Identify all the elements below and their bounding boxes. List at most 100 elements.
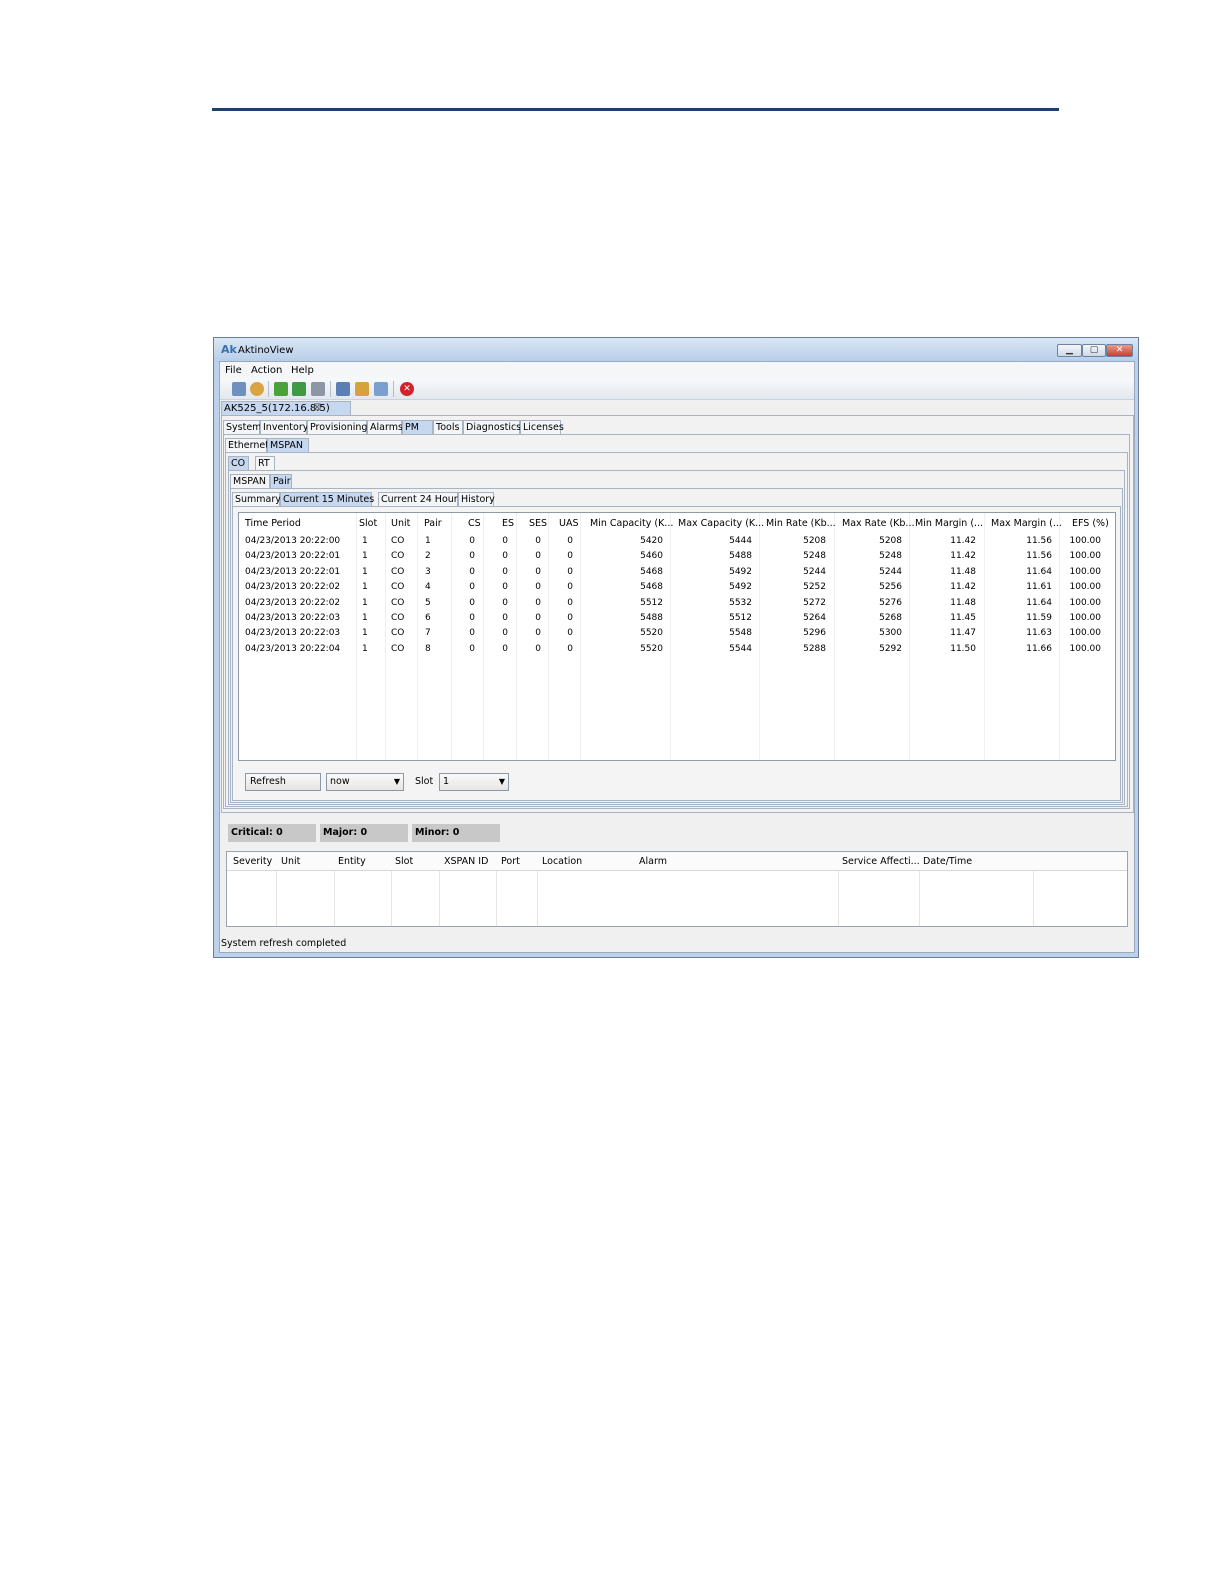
tab-provisioning[interactable]: Provisioning: [307, 420, 367, 434]
table-cell: CO: [391, 566, 405, 577]
stop-icon[interactable]: ✕: [400, 382, 414, 396]
tab-pm[interactable]: PM: [402, 420, 433, 434]
table-cell: 0: [502, 582, 508, 593]
tab-tools[interactable]: Tools: [433, 420, 463, 434]
table-cell: 4: [425, 582, 431, 593]
device-tab[interactable]: AK525_5(172.16.8.5): [221, 401, 351, 416]
tab-mspan[interactable]: MSPAN: [267, 438, 309, 452]
table-row[interactable]: 04/23/2013 20:22:03 1 CO 6 0 0 0 0 5488 5512 5264 5…: [239, 613, 1115, 627]
column-header-ses[interactable]: SES: [529, 518, 547, 529]
table-cell: 1: [362, 582, 368, 593]
critical-count-badge: Critical: 0: [228, 824, 316, 842]
table-row[interactable]: 04/23/2013 20:22:02 1 CO 4 0 0 0 0 5468 5492 5252 5…: [239, 582, 1115, 596]
tab-ethernet[interactable]: Ethernet: [225, 438, 269, 452]
table-cell: CO: [391, 551, 405, 562]
tab-rt[interactable]: RT: [255, 456, 275, 470]
table-cell: CO: [391, 643, 405, 654]
table-cell: 11.59: [1026, 613, 1052, 623]
minimize-button[interactable]: ▁: [1057, 344, 1082, 357]
tab-alarms[interactable]: Alarms: [367, 420, 403, 434]
column-header-unit[interactable]: Unit: [391, 518, 410, 529]
time-select[interactable]: now ▼: [326, 773, 404, 791]
tab-history[interactable]: History: [458, 492, 495, 506]
tab-inventory[interactable]: Inventory: [260, 420, 308, 434]
slot-select[interactable]: 1 ▼: [439, 773, 509, 791]
tab-current-24-hours[interactable]: Current 24 Hours: [378, 492, 463, 506]
table-cell: 5268: [879, 613, 902, 623]
table-cell: 5520: [640, 628, 663, 639]
network-icon[interactable]: [232, 382, 246, 396]
alarm-header-service-affecting[interactable]: Service Affecti...: [842, 856, 920, 867]
tab-mspan-sub[interactable]: MSPAN: [230, 474, 270, 488]
close-button[interactable]: ✕: [1106, 344, 1133, 357]
table-row[interactable]: 04/23/2013 20:22:04 1 CO 8 0 0 0 0 5520 5544 5288 5…: [239, 644, 1115, 658]
column-header-time-period[interactable]: Time Period: [245, 518, 301, 529]
column-header-es[interactable]: ES: [502, 518, 514, 529]
menu-action[interactable]: Action: [251, 365, 282, 376]
table-cell: 0: [567, 582, 573, 593]
alarm-header-xspan-id[interactable]: XSPAN ID: [444, 856, 488, 867]
alarm-header-alarm[interactable]: Alarm: [639, 856, 667, 867]
tab-system[interactable]: System: [223, 420, 261, 434]
alarm-header-severity[interactable]: Severity: [233, 856, 272, 867]
tab-pair[interactable]: Pair: [270, 474, 292, 488]
table-row[interactable]: 04/23/2013 20:22:01 1 CO 3 0 0 0 0 5468 5492 5244 5…: [239, 567, 1115, 581]
tab-summary[interactable]: Summary: [232, 492, 281, 506]
chart-icon[interactable]: [374, 382, 388, 396]
table-cell: 11.48: [950, 597, 976, 608]
refresh-button[interactable]: Refresh: [245, 773, 321, 791]
alarm-header-slot[interactable]: Slot: [395, 856, 413, 867]
column-header-slot[interactable]: Slot: [359, 518, 377, 529]
close-tab-icon[interactable]: ⊠: [313, 402, 321, 413]
save-icon[interactable]: [311, 382, 325, 396]
table-row[interactable]: 04/23/2013 20:22:00 1 CO 1 0 0 0 0 5420 5444 5208 5…: [239, 536, 1115, 550]
table-cell: 0: [469, 582, 475, 593]
column-header-pair[interactable]: Pair: [424, 518, 442, 529]
search-icon[interactable]: [355, 382, 369, 396]
table-cell: 04/23/2013 20:22:03: [245, 628, 341, 639]
tab-diagnostics[interactable]: Diagnostics: [463, 420, 521, 434]
table-cell: CO: [391, 536, 405, 546]
table-cell: 0: [469, 536, 475, 546]
column-header-uas[interactable]: UAS: [559, 518, 578, 529]
column-header-max-margin[interactable]: Max Margin (...: [991, 518, 1062, 529]
upload-flag-icon[interactable]: [274, 382, 288, 396]
alarm-header-unit[interactable]: Unit: [281, 856, 300, 867]
download-flag-icon[interactable]: [292, 382, 306, 396]
alarm-header-entity[interactable]: Entity: [338, 856, 366, 867]
table-cell: 5420: [640, 536, 663, 546]
table-row[interactable]: 04/23/2013 20:22:01 1 CO 2 0 0 0 0 5460 5488 5248 5…: [239, 551, 1115, 565]
alarm-header-location[interactable]: Location: [542, 856, 582, 867]
alarm-header-date-time[interactable]: Date/Time: [923, 856, 972, 867]
table-cell: 0: [535, 536, 541, 546]
tab-current-15-minutes[interactable]: Current 15 Minutes: [280, 492, 374, 506]
edit-icon[interactable]: [336, 382, 350, 396]
alarm-header-port[interactable]: Port: [501, 856, 520, 867]
table-row[interactable]: 04/23/2013 20:22:03 1 CO 7 0 0 0 0 5520 5548 5296 5…: [239, 628, 1115, 642]
table-cell: 11.61: [1026, 582, 1052, 593]
column-header-min-capacity[interactable]: Min Capacity (K...: [590, 518, 673, 529]
major-count-badge: Major: 0: [320, 824, 408, 842]
table-cell: 100.00: [1069, 551, 1102, 562]
tab-licenses[interactable]: Licenses: [520, 420, 564, 434]
table-cell: 5248: [879, 551, 902, 562]
table-cell: 5468: [640, 582, 663, 593]
table-cell: 100.00: [1069, 597, 1102, 608]
tab-co[interactable]: CO: [228, 456, 249, 470]
table-cell: 3: [425, 566, 431, 577]
refresh-icon[interactable]: [250, 382, 264, 396]
table-cell: 11.66: [1026, 643, 1052, 654]
column-header-min-margin[interactable]: Min Margin (...: [915, 518, 983, 529]
column-header-max-rate[interactable]: Max Rate (Kb...: [842, 518, 915, 529]
table-cell: 100.00: [1069, 566, 1102, 577]
column-header-min-rate[interactable]: Min Rate (Kb...: [766, 518, 836, 529]
menu-help[interactable]: Help: [291, 365, 314, 376]
table-cell: 5492: [729, 566, 752, 577]
maximize-button[interactable]: ▢: [1082, 344, 1106, 357]
table-cell: 04/23/2013 20:22:02: [245, 597, 341, 608]
menu-file[interactable]: File: [225, 365, 242, 376]
column-header-max-capacity[interactable]: Max Capacity (K...: [678, 518, 764, 529]
column-header-cs[interactable]: CS: [468, 518, 481, 529]
column-header-efs[interactable]: EFS (%): [1072, 518, 1109, 529]
table-row[interactable]: 04/23/2013 20:22:02 1 CO 5 0 0 0 0 5512 5532 5272 5…: [239, 598, 1115, 612]
